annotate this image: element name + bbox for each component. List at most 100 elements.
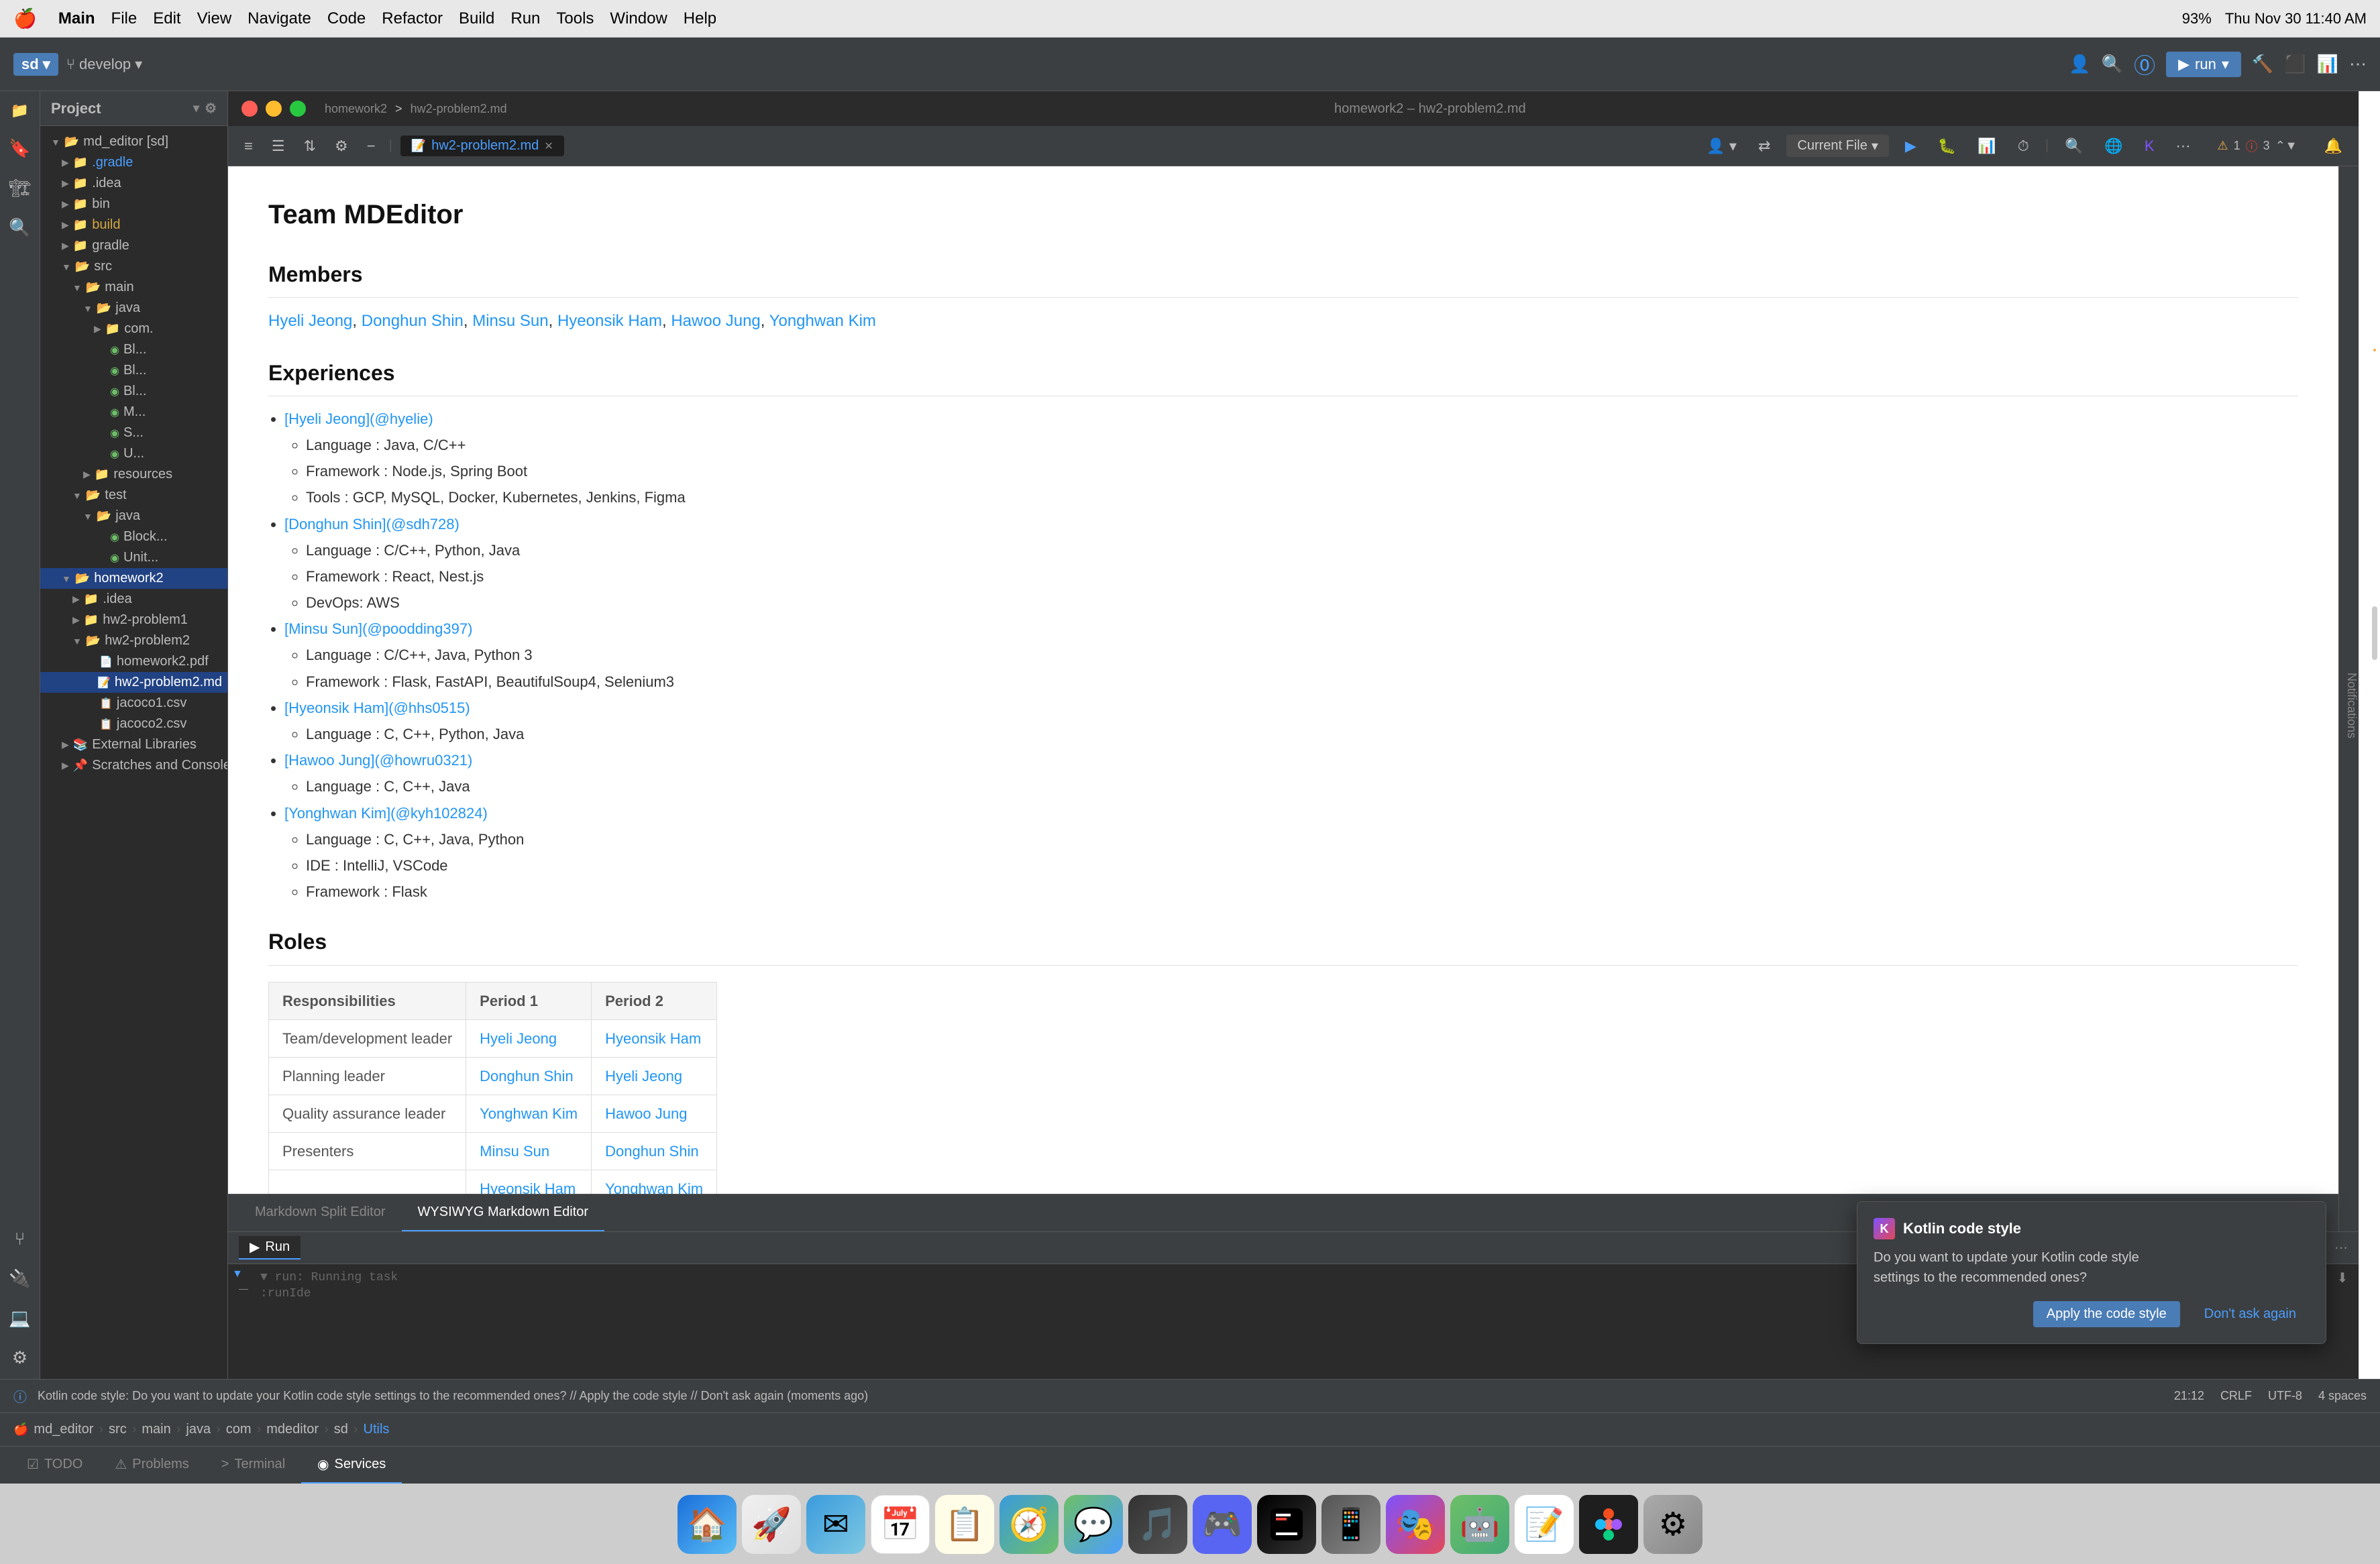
project-icon[interactable]: 📁	[11, 102, 29, 119]
coverage-icon[interactable]: 📊	[1972, 135, 2001, 158]
profile-icon[interactable]: ⏱	[2012, 135, 2035, 158]
dock-messages[interactable]: 💬	[1064, 1495, 1123, 1554]
build-icon[interactable]: 🔨	[2252, 54, 2273, 74]
tree-item-gradle-dir[interactable]: ▶ 📁 gradle	[40, 235, 227, 256]
menu-tools[interactable]: Tools	[556, 9, 594, 28]
tree-item-resources[interactable]: ▶ 📁 resources	[40, 464, 227, 485]
navigate-icon[interactable]: ⇄	[1753, 135, 1776, 158]
structure-icon[interactable]: 🏗	[9, 178, 31, 199]
tree-item-src[interactable]: ▼ 📂 src	[40, 256, 227, 277]
tree-item-bl3[interactable]: ◉ Bl...	[40, 381, 227, 402]
git-icon[interactable]: ⓪	[2134, 49, 2155, 80]
tree-item-md-file[interactable]: 📝 hw2-problem2.md	[40, 672, 227, 693]
breadcrumb-com[interactable]: com	[226, 1422, 252, 1437]
panel-settings-icon[interactable]: ⚙	[205, 100, 217, 117]
dock-iphone[interactable]: 📱	[1321, 1495, 1381, 1554]
tab-services[interactable]: ◉ Services	[301, 1447, 402, 1484]
tree-item-scratches[interactable]: ▶ 📌 Scratches and Consoles	[40, 755, 227, 776]
tab-todo[interactable]: ☑ TODO	[11, 1447, 99, 1484]
menu-build[interactable]: Build	[459, 9, 494, 28]
run-icon[interactable]: ▶	[1900, 135, 1922, 158]
current-file-button[interactable]: Current File ▾	[1786, 135, 1889, 157]
menu-refactor[interactable]: Refactor	[382, 9, 443, 28]
find-icon[interactable]: 🔍	[2059, 135, 2088, 158]
tree-item-test-java[interactable]: ▼ 📂 java	[40, 506, 227, 526]
run-button[interactable]: ▶ run ▾	[2166, 52, 2241, 77]
branch-badge[interactable]: ⑂ develop ▾	[66, 56, 142, 73]
tree-item-hw2[interactable]: ▼ 📂 hw2-problem2	[40, 630, 227, 651]
menu-edit[interactable]: Edit	[153, 9, 180, 28]
terminal-icon[interactable]: 💻	[9, 1308, 30, 1329]
dont-ask-again-button[interactable]: Don't ask again	[2191, 1301, 2310, 1327]
scroll-to-end-icon[interactable]: ⬇	[2329, 1270, 2356, 1286]
breadcrumb-utils[interactable]: Utils	[364, 1422, 390, 1437]
tab-terminal[interactable]: > Terminal	[205, 1447, 301, 1484]
tree-item-homework2[interactable]: ▼ 📂 homework2	[40, 568, 227, 589]
tree-item-block[interactable]: ◉ Block...	[40, 526, 227, 547]
tree-item-s[interactable]: ◉ S...	[40, 423, 227, 443]
menu-navigate[interactable]: Navigate	[248, 9, 311, 28]
breadcrumb-src[interactable]: src	[109, 1422, 127, 1437]
tree-item-main[interactable]: ▼ 📂 main	[40, 277, 227, 298]
tree-item-u[interactable]: ◉ U...	[40, 443, 227, 464]
maximize-button[interactable]	[290, 101, 306, 117]
dock-android[interactable]: 🤖	[1450, 1495, 1509, 1554]
menu-code[interactable]: Code	[327, 9, 366, 28]
kotlin-icon[interactable]: K	[2139, 135, 2160, 158]
more-icon[interactable]: ⋯	[2349, 54, 2367, 74]
gear-icon[interactable]: ⚙	[329, 135, 354, 158]
breadcrumb-mdeditor2[interactable]: mdeditor	[266, 1422, 319, 1437]
debug-icon[interactable]: 🐛	[1933, 135, 1961, 158]
globe-icon[interactable]: 🌐	[2099, 135, 2128, 158]
breadcrumb-mdeditor[interactable]: md_editor	[34, 1422, 93, 1437]
tree-item-mdeditor[interactable]: ▼ 📂 md_editor [sd]	[40, 131, 227, 152]
dock-mail[interactable]: ✉	[806, 1495, 865, 1554]
apple-menu[interactable]: 🍎	[13, 7, 37, 30]
run-tab[interactable]: ▶ Run	[239, 1236, 301, 1260]
stop-icon[interactable]: ⬛	[2284, 54, 2306, 74]
dock-music[interactable]: 🎵	[1128, 1495, 1187, 1554]
breadcrumb-java[interactable]: java	[186, 1422, 211, 1437]
tree-item-csv2[interactable]: 📋 jacoco2.csv	[40, 714, 227, 734]
search-icon[interactable]: 🔍	[2102, 54, 2123, 74]
dock-system-prefs[interactable]: ⚙	[1643, 1495, 1702, 1554]
search2-icon[interactable]: 🔍	[9, 217, 30, 238]
file-breadcrumb1[interactable]: homework2	[325, 102, 387, 116]
tree-item-unit[interactable]: ◉ Unit...	[40, 547, 227, 568]
tree-item-external-libs[interactable]: ▶ 📚 External Libraries	[40, 734, 227, 755]
tab-problems[interactable]: ⚠ Problems	[99, 1447, 205, 1484]
breadcrumb-main[interactable]: main	[142, 1422, 170, 1437]
dock-discord[interactable]: 🎮	[1193, 1495, 1252, 1554]
md-content[interactable]: Team MDEditor Members Hyeli Jeong, Dongh…	[228, 166, 2338, 1194]
more-btn[interactable]: ⋯	[2171, 135, 2196, 158]
bookmark-icon[interactable]: 🔖	[9, 138, 30, 159]
tree-item-m[interactable]: ◉ M...	[40, 402, 227, 423]
tree-item-com[interactable]: ▶ 📁 com.	[40, 319, 227, 339]
align-icon[interactable]: ☰	[266, 135, 290, 158]
menu-view[interactable]: View	[197, 9, 232, 28]
tree-item-java[interactable]: ▼ 📂 java	[40, 298, 227, 319]
extensions-icon[interactable]: 🔌	[9, 1268, 30, 1289]
menu-window[interactable]: Window	[610, 9, 667, 28]
menu-main[interactable]: Main	[58, 9, 95, 28]
md-file-tab[interactable]: 📝 hw2-problem2.md ✕	[400, 135, 564, 156]
minus-icon[interactable]: −	[362, 135, 381, 158]
notifications-icon[interactable]: 🔔	[2319, 135, 2348, 158]
person-icon[interactable]: 👤 ▾	[1701, 135, 1742, 158]
format-icon[interactable]: ≡	[239, 135, 258, 158]
tree-item-csv1[interactable]: 📋 jacoco1.csv	[40, 693, 227, 714]
coverage-icon[interactable]: 📊	[2317, 54, 2338, 74]
tree-item-hw1[interactable]: ▶ 📁 hw2-problem1	[40, 610, 227, 630]
dock-notion[interactable]: 📝	[1515, 1495, 1574, 1554]
git2-icon[interactable]: ⑂	[15, 1229, 25, 1249]
profile-icon[interactable]: 👤	[2069, 54, 2090, 74]
menu-help[interactable]: Help	[684, 9, 716, 28]
settings-icon[interactable]: ⚙	[12, 1347, 28, 1368]
tree-item-bl2[interactable]: ◉ Bl...	[40, 360, 227, 381]
run-more-icon[interactable]: ⋯	[2334, 1239, 2348, 1256]
dock-theatre[interactable]: 🎭	[1386, 1495, 1445, 1554]
dock-intellij[interactable]	[1257, 1495, 1316, 1554]
project-badge[interactable]: sd ▾	[13, 53, 58, 76]
menu-run[interactable]: Run	[510, 9, 540, 28]
tree-item-gradle[interactable]: ▶ 📁 .gradle	[40, 152, 227, 173]
